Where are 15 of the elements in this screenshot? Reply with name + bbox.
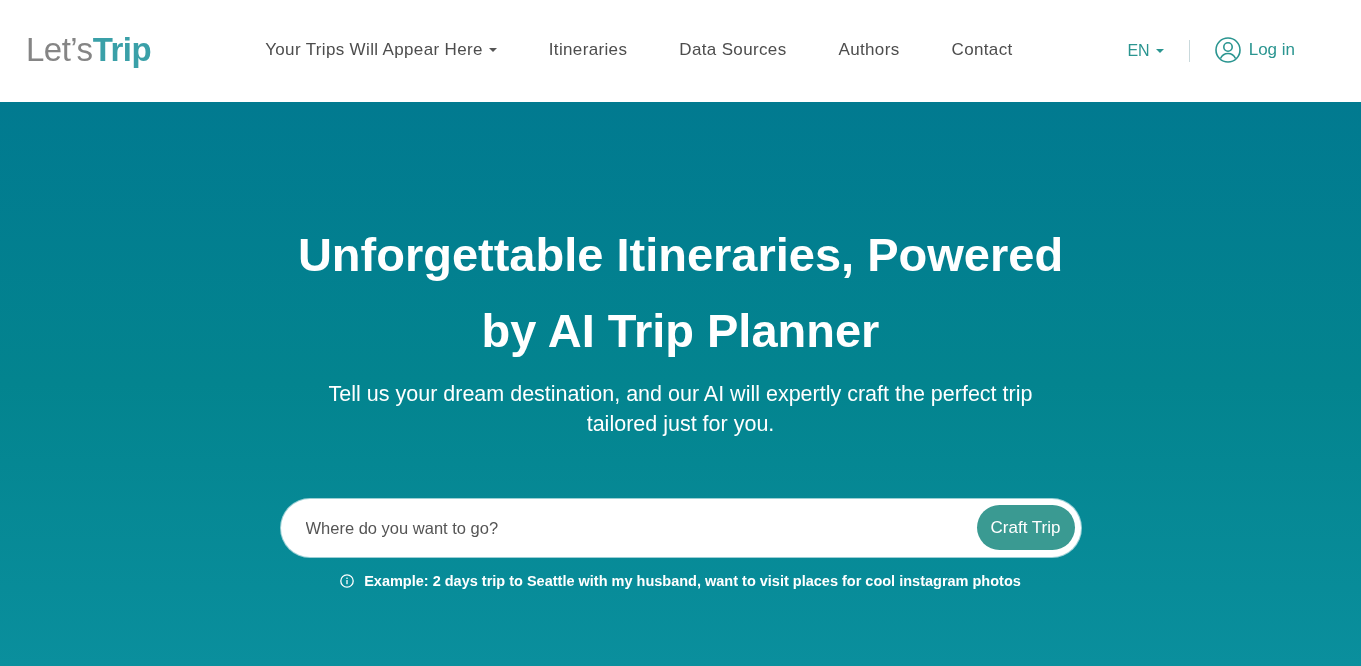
nav-dropdown[interactable]: Your Trips Will Appear Here <box>265 40 497 62</box>
example-hint: Example: 2 days trip to Seattle with my husband, want to visit places for cool instagram photos <box>364 573 1021 589</box>
hero-title: Unforgettable Itineraries, Powered by AI Trip Planner <box>296 227 1065 359</box>
nav-link[interactable]: Authors <box>838 40 900 62</box>
login-link[interactable]: Log in <box>1214 37 1295 65</box>
nav-link[interactable]: Data Sources <box>679 40 787 62</box>
user-icon <box>1214 37 1241 63</box>
nav-link[interactable]: Contact <box>951 40 1013 62</box>
language-dropdown[interactable]: EN <box>1127 42 1164 60</box>
hero-subtitle: Tell us your dream destination, and our AI will expertly craft the perfect trip tailored just for you. <box>327 381 1034 438</box>
nav-link[interactable]: Itineraries <box>548 40 628 62</box>
logo[interactable]: Let’sTrip <box>26 32 152 70</box>
info-icon <box>340 574 355 588</box>
caret-icon <box>1155 49 1164 53</box>
caret-icon <box>488 48 497 52</box>
